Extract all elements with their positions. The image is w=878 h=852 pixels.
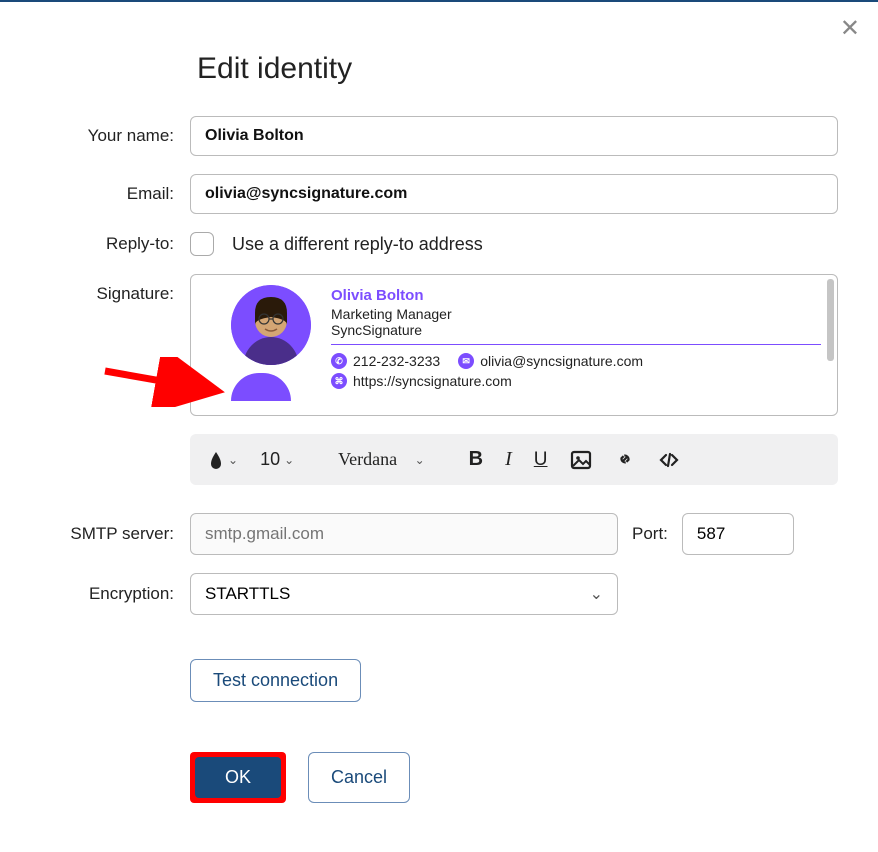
- your-name-input[interactable]: [190, 116, 838, 156]
- signature-phone: 212-232-3233: [353, 353, 440, 369]
- insert-link-button[interactable]: [606, 443, 644, 477]
- cancel-button[interactable]: Cancel: [308, 752, 410, 803]
- editor-toolbar: ⌄ 10 ⌄ Verdana ⌄ B I U: [190, 434, 838, 485]
- encryption-select[interactable]: STARTTLS ⌄: [190, 573, 618, 615]
- underline-button[interactable]: U: [526, 443, 556, 477]
- font-size-select[interactable]: 10 ⌄: [252, 443, 302, 476]
- bold-button[interactable]: B: [461, 442, 491, 477]
- encryption-label: Encryption:: [40, 584, 190, 604]
- edit-identity-dialog: Edit identity Your name: Email: Reply-to…: [0, 2, 878, 843]
- italic-button[interactable]: I: [497, 442, 520, 477]
- signature-avatar-extra: [231, 373, 291, 401]
- font-family-select[interactable]: Verdana ⌄: [330, 443, 432, 476]
- annotation-arrow: [100, 357, 240, 407]
- bold-icon: B: [469, 448, 483, 471]
- insert-image-button[interactable]: [562, 443, 600, 477]
- port-label: Port:: [632, 524, 668, 544]
- image-icon: [570, 449, 592, 471]
- reply-to-checkbox-label: Use a different reply-to address: [232, 234, 483, 255]
- smtp-server-input[interactable]: [190, 513, 618, 555]
- ok-highlight-frame: OK: [190, 752, 286, 803]
- signature-name: Olivia Bolton: [331, 287, 821, 304]
- chevron-down-icon: ⌄: [284, 453, 294, 467]
- your-name-label: Your name:: [40, 126, 190, 146]
- italic-icon: I: [505, 448, 512, 471]
- chevron-down-icon: ⌄: [228, 453, 238, 467]
- droplet-icon: [208, 450, 224, 470]
- signature-editor[interactable]: Olivia Bolton Marketing Manager SyncSign…: [190, 274, 838, 416]
- signature-title: Marketing Manager: [331, 306, 821, 322]
- phone-icon: ✆: [331, 353, 347, 369]
- smtp-server-label: SMTP server:: [40, 524, 190, 544]
- scrollbar[interactable]: [827, 279, 834, 361]
- port-input[interactable]: [682, 513, 794, 555]
- reply-to-label: Reply-to:: [40, 234, 190, 254]
- email-input[interactable]: [190, 174, 838, 214]
- link-chain-icon: [614, 449, 636, 471]
- signature-website: https://syncsignature.com: [353, 373, 512, 389]
- test-connection-button[interactable]: Test connection: [190, 659, 361, 702]
- email-icon: ✉: [458, 353, 474, 369]
- email-label: Email:: [40, 184, 190, 204]
- signature-email: olivia@syncsignature.com: [480, 353, 643, 369]
- dialog-title: Edit identity: [197, 52, 838, 86]
- underline-icon: U: [534, 449, 548, 471]
- encryption-value: STARTTLS: [205, 584, 290, 604]
- close-button[interactable]: ✕: [840, 14, 860, 43]
- code-icon: [658, 449, 680, 471]
- link-icon: ⌘: [331, 373, 347, 389]
- reply-to-checkbox[interactable]: [190, 232, 214, 256]
- signature-company: SyncSignature: [331, 322, 821, 338]
- signature-avatar: [231, 285, 311, 365]
- text-color-button[interactable]: ⌄: [200, 444, 246, 476]
- chevron-down-icon: ⌄: [415, 453, 425, 467]
- code-button[interactable]: [650, 443, 688, 477]
- close-icon: ✕: [840, 15, 860, 42]
- signature-label: Signature:: [40, 274, 190, 304]
- ok-button[interactable]: OK: [195, 757, 281, 798]
- chevron-down-icon: ⌄: [590, 584, 603, 604]
